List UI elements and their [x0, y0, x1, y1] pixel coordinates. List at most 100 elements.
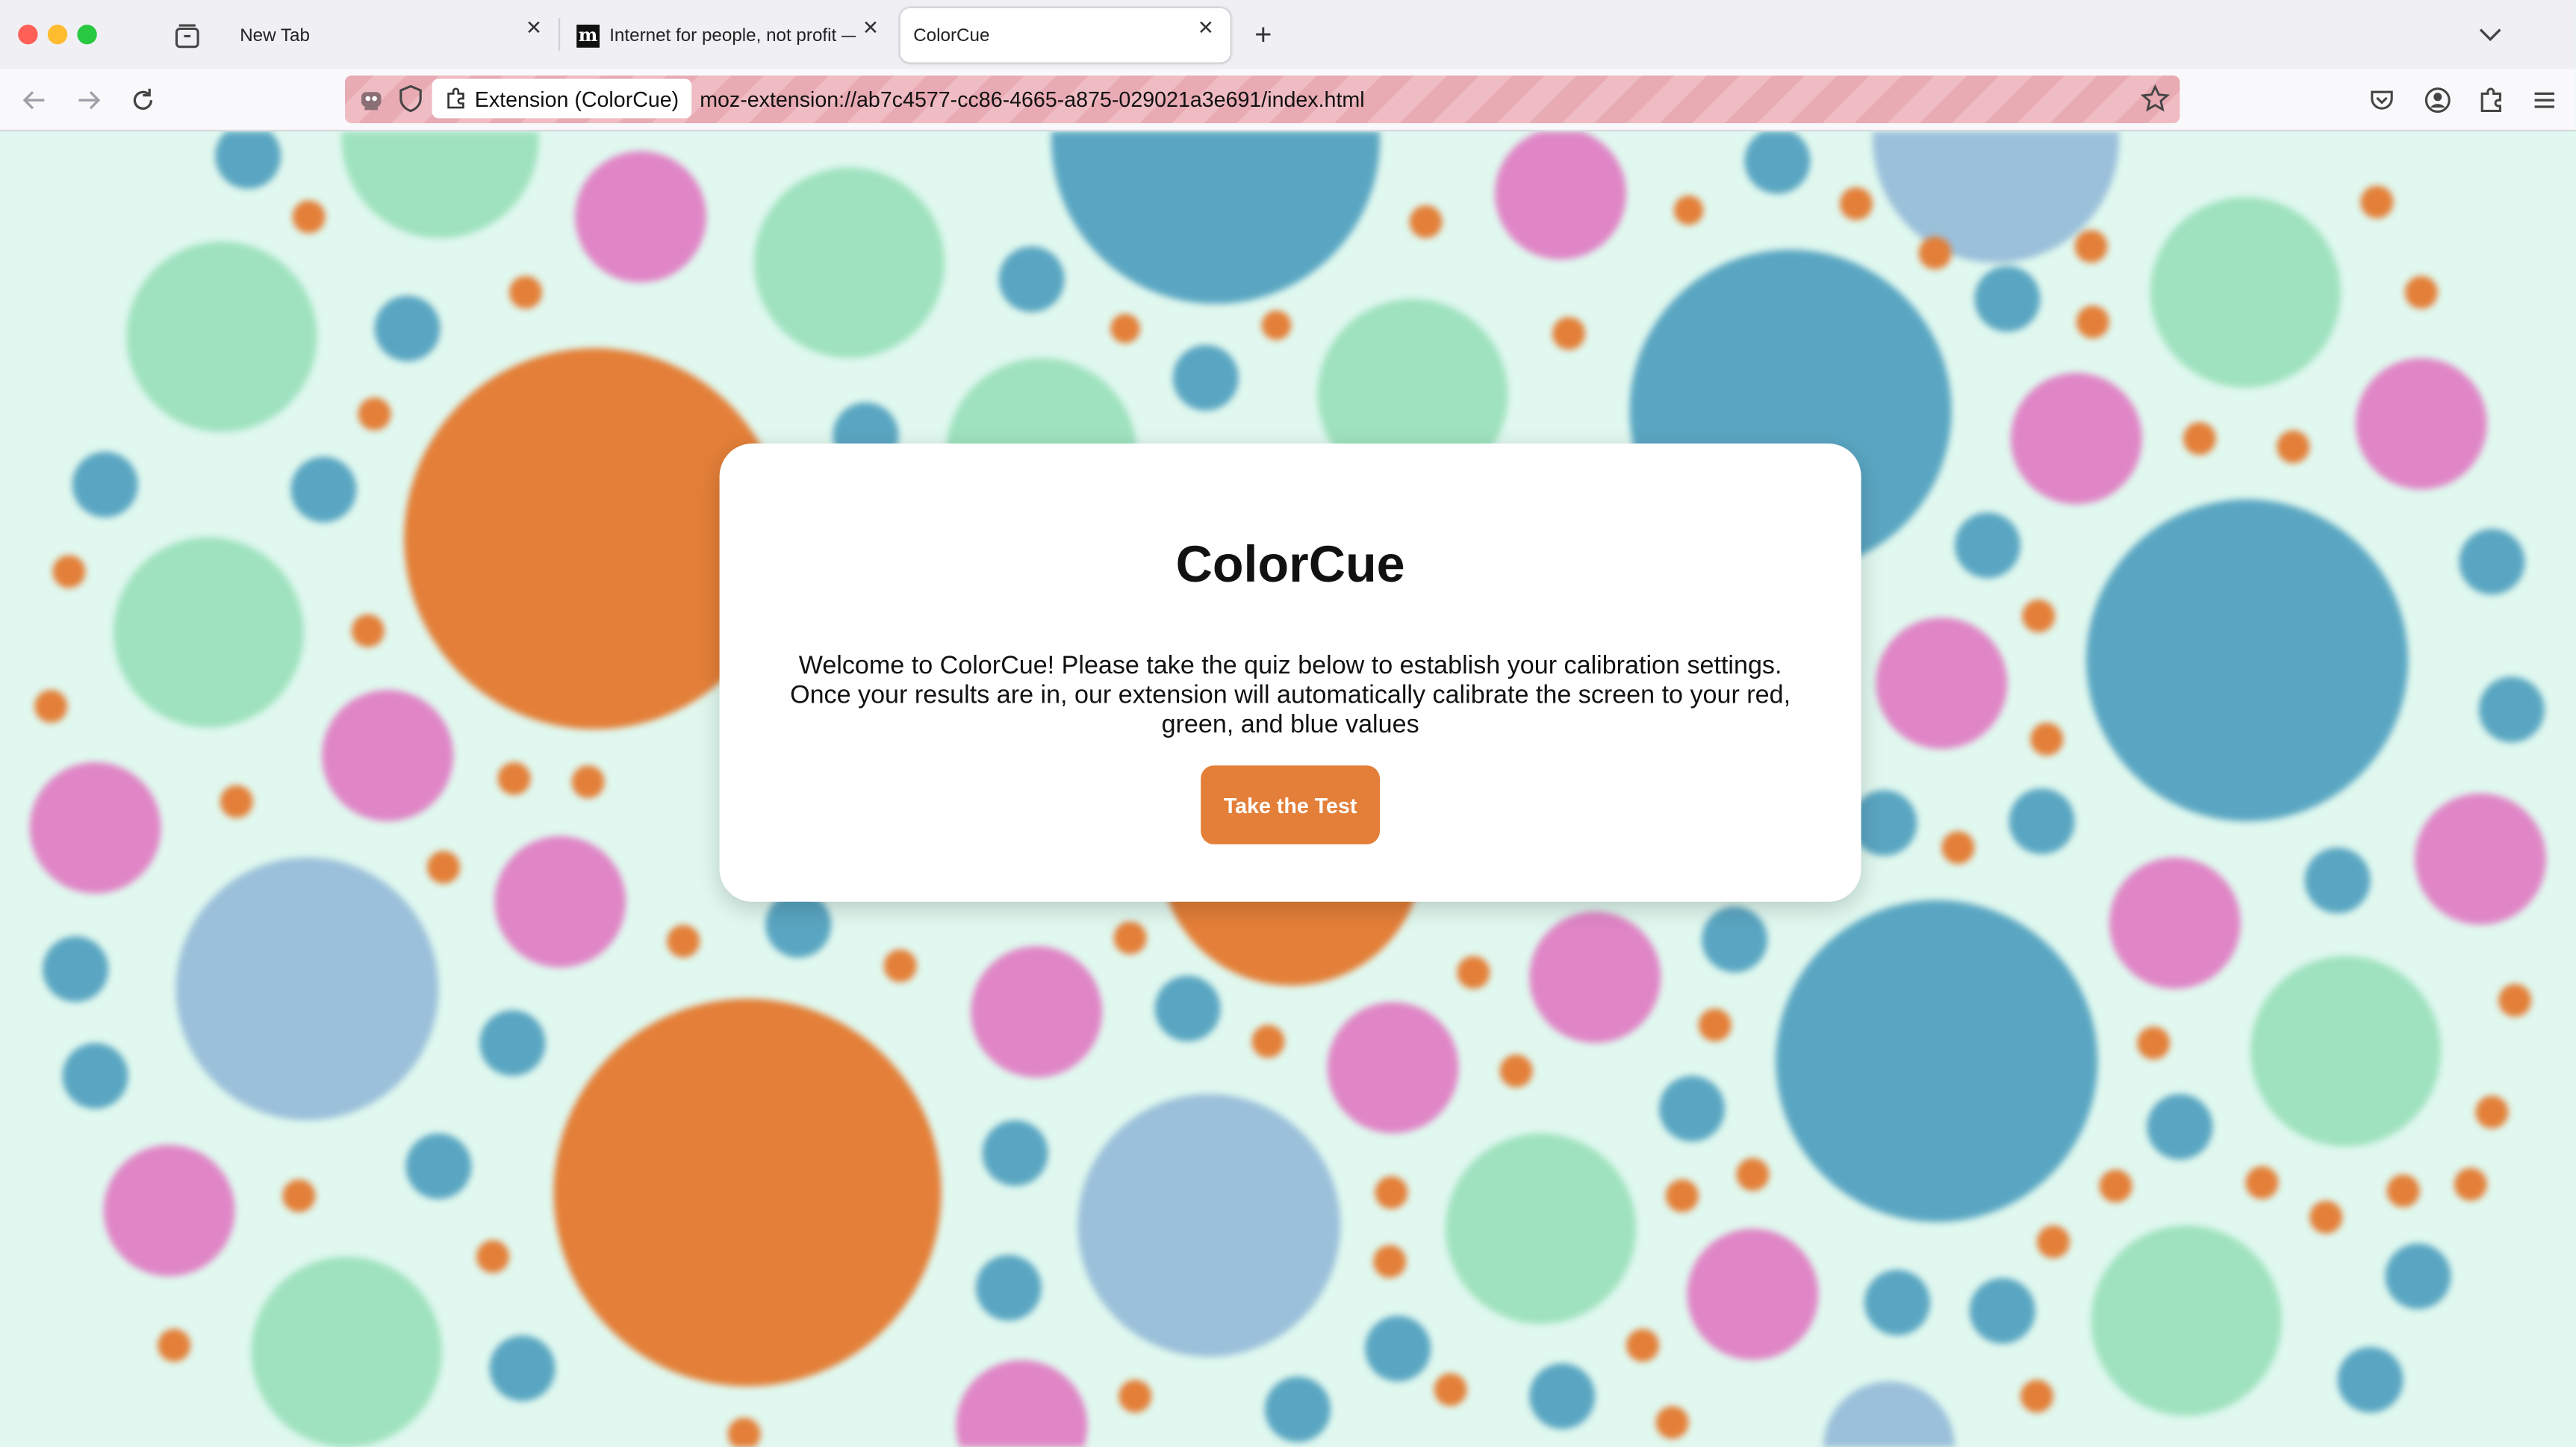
- bubble: [1876, 617, 2008, 750]
- bubble: [2074, 230, 2108, 263]
- arrow-left-icon[interactable]: [19, 85, 49, 115]
- bubble: [575, 151, 706, 283]
- puzzle-icon[interactable]: [2477, 85, 2507, 115]
- bubble: [479, 1010, 546, 1076]
- bubble: [1823, 1381, 1955, 1447]
- bubble: [1702, 906, 1768, 973]
- close-tab-icon[interactable]: ✕: [520, 15, 547, 41]
- bubble: [341, 131, 539, 238]
- bubble: [2147, 1094, 2213, 1160]
- bubble: [1265, 1376, 1331, 1443]
- bubble: [2010, 373, 2142, 505]
- bubble: [727, 1417, 761, 1447]
- bubble: [72, 452, 138, 517]
- page-title: ColorCue: [1175, 535, 1405, 594]
- bubble: [1941, 831, 1975, 865]
- tab-title: Internet for people, not profit —: [609, 25, 856, 46]
- bubble: [358, 397, 391, 431]
- bubble: [1154, 975, 1221, 1042]
- bubble: [1327, 1002, 1459, 1133]
- take-test-button[interactable]: Take the Test: [1201, 765, 1380, 844]
- bubble: [292, 200, 326, 234]
- bubble: [2404, 276, 2438, 309]
- bubble: [2355, 358, 2487, 490]
- tab-mozilla[interactable]: m Internet for people, not profit —: [564, 8, 892, 63]
- minimize-window-button[interactable]: [47, 25, 68, 45]
- bubble: [1434, 1373, 1467, 1407]
- bubble: [1974, 266, 2041, 332]
- bubble: [2183, 422, 2216, 455]
- shield-icon[interactable]: [397, 84, 423, 113]
- tab-colorcue[interactable]: ColorCue: [900, 8, 1231, 63]
- reload-icon[interactable]: [128, 85, 158, 115]
- url-text[interactable]: moz-extension://ab7c4577-cc86-4665-a875-…: [700, 87, 1364, 112]
- bubble: [753, 167, 945, 358]
- hamburger-menu-icon[interactable]: [2530, 85, 2560, 115]
- bubble: [883, 949, 917, 983]
- account-icon[interactable]: [2423, 85, 2453, 115]
- bubble: [43, 936, 109, 1002]
- extension-identity-chip[interactable]: Extension (ColorCue): [432, 78, 692, 119]
- bubble: [1051, 131, 1380, 304]
- bubble: [2277, 430, 2310, 464]
- bubble: [2245, 1166, 2279, 1199]
- mozilla-favicon-icon: m: [576, 23, 600, 47]
- tab-list-icon[interactable]: [172, 22, 202, 52]
- bubble: [2109, 857, 2241, 989]
- bubble: [553, 998, 942, 1387]
- bubble: [1840, 187, 1873, 220]
- tab-strip: New Tab ✕ m Internet for people, not pro…: [0, 0, 2576, 69]
- bubble: [1552, 317, 1585, 350]
- new-tab-button[interactable]: +: [1248, 19, 1278, 49]
- bubble: [1659, 1076, 1725, 1142]
- bubble: [1119, 1380, 1152, 1413]
- star-icon[interactable]: [2140, 84, 2171, 113]
- close-window-button[interactable]: [18, 25, 38, 45]
- bubble: [322, 690, 454, 821]
- bubble: [1655, 1406, 1689, 1440]
- bubble: [1457, 956, 1490, 989]
- bubble: [2009, 788, 2075, 854]
- bubble: [509, 276, 542, 309]
- bubble: [489, 1335, 556, 1401]
- arrow-right-icon[interactable]: [74, 85, 104, 115]
- tab-new-tab[interactable]: New Tab: [225, 8, 553, 63]
- bubble: [2478, 676, 2545, 743]
- bubble: [1261, 310, 1292, 340]
- bubble: [2091, 1225, 2282, 1416]
- bubble: [2454, 1168, 2487, 1201]
- bubble: [1113, 921, 1147, 955]
- bubble: [956, 1360, 1088, 1447]
- bubble: [351, 614, 385, 647]
- bubble: [1365, 1316, 1431, 1382]
- bubble: [1409, 205, 1443, 238]
- bubble: [497, 762, 531, 795]
- chevron-down-icon[interactable]: [2477, 22, 2504, 48]
- close-tab-icon[interactable]: ✕: [857, 15, 883, 41]
- zoom-window-button[interactable]: [77, 25, 97, 45]
- bubble: [1077, 1094, 1341, 1357]
- bubble: [1172, 345, 1239, 411]
- bubble: [2076, 305, 2109, 339]
- bubble: [1736, 1158, 1770, 1191]
- bubble: [1687, 1228, 1819, 1360]
- bubble: [476, 1240, 509, 1273]
- bubble: [998, 246, 1065, 312]
- close-tab-icon[interactable]: ✕: [1192, 15, 1219, 41]
- bubble: [494, 835, 626, 968]
- bubble: [2022, 600, 2056, 632]
- robot-identity-icon[interactable]: [355, 82, 388, 115]
- bubble: [2415, 793, 2546, 925]
- bubble: [52, 555, 86, 588]
- bubble: [1251, 1024, 1285, 1058]
- bubble: [103, 1145, 235, 1277]
- bubble: [1776, 900, 2098, 1222]
- bubble: [2459, 529, 2525, 595]
- bubble: [2304, 847, 2371, 914]
- pocket-icon[interactable]: [2367, 85, 2397, 115]
- bubble: [1499, 1054, 1533, 1088]
- bubble: [215, 131, 281, 189]
- url-bar[interactable]: Extension (ColorCue) moz-extension://ab7…: [345, 75, 2180, 123]
- bubble: [1529, 1363, 1596, 1429]
- bubble: [427, 850, 460, 884]
